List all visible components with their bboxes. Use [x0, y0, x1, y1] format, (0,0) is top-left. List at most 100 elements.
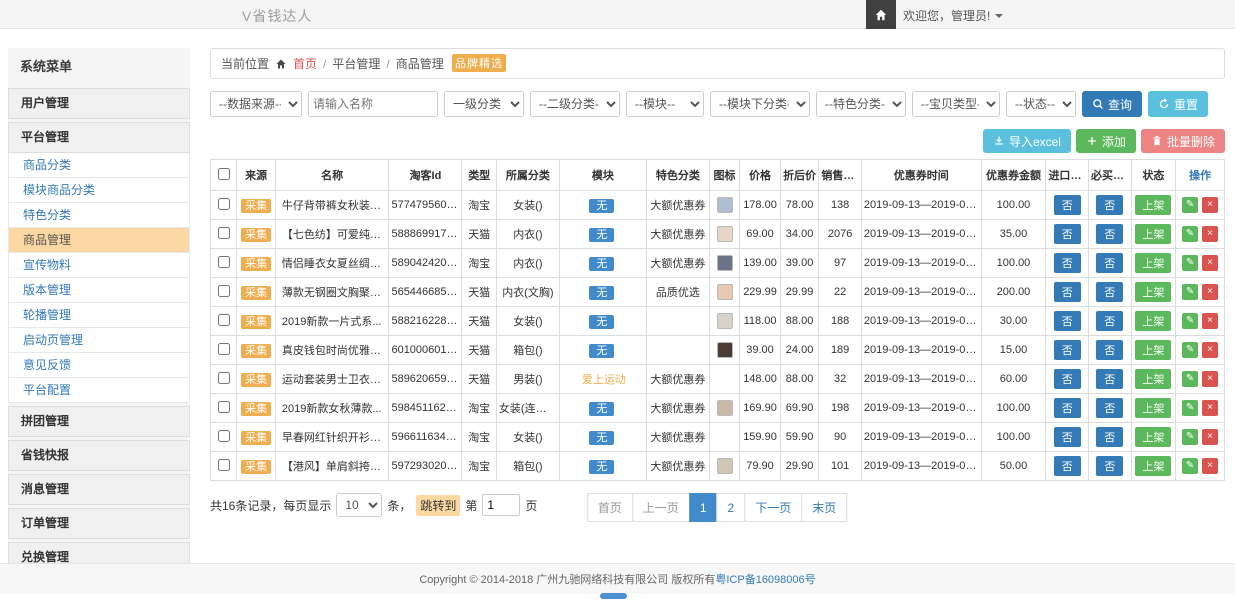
- edit-button[interactable]: ✎: [1182, 313, 1198, 329]
- horizontal-scrollbar-thumb[interactable]: [600, 593, 627, 599]
- edit-button[interactable]: ✎: [1182, 371, 1198, 387]
- status-button[interactable]: 上架: [1135, 456, 1171, 476]
- edit-button[interactable]: ✎: [1182, 197, 1198, 213]
- sidebar-item[interactable]: 订单管理: [8, 508, 190, 539]
- delete-button[interactable]: ×: [1202, 197, 1218, 213]
- name-search-input[interactable]: [308, 91, 438, 117]
- breadcrumb-home-link[interactable]: 首页: [293, 55, 317, 72]
- sidebar-item[interactable]: 拼团管理: [8, 406, 190, 437]
- row-checkbox[interactable]: [218, 459, 230, 471]
- import-select-toggle[interactable]: 否: [1054, 311, 1081, 331]
- page-button[interactable]: 末页: [801, 493, 847, 522]
- sidebar-item[interactable]: 平台管理: [8, 122, 190, 153]
- sidebar-item[interactable]: 轮播管理: [8, 303, 190, 328]
- edit-button[interactable]: ✎: [1182, 458, 1198, 474]
- filter-module[interactable]: --模块--: [626, 91, 704, 117]
- edit-button[interactable]: ✎: [1182, 284, 1198, 300]
- sidebar-item[interactable]: 兑换管理: [8, 542, 190, 564]
- sidebar-item[interactable]: 平台配置: [8, 378, 190, 403]
- delete-button[interactable]: ×: [1202, 400, 1218, 416]
- sidebar-item[interactable]: 特色分类: [8, 203, 190, 228]
- edit-button[interactable]: ✎: [1182, 400, 1198, 416]
- delete-button[interactable]: ×: [1202, 371, 1218, 387]
- delete-button[interactable]: ×: [1202, 226, 1218, 242]
- per-page-select[interactable]: 10: [336, 493, 382, 517]
- filter-feature-category[interactable]: --特色分类--: [816, 91, 906, 117]
- status-button[interactable]: 上架: [1135, 427, 1171, 447]
- filter-module-subcategory[interactable]: --模块下分类--: [710, 91, 810, 117]
- page-button[interactable]: 2: [717, 493, 746, 522]
- add-button[interactable]: 添加: [1076, 129, 1136, 153]
- import-select-toggle[interactable]: 否: [1054, 398, 1081, 418]
- must-buy-toggle[interactable]: 否: [1096, 311, 1123, 331]
- batch-delete-button[interactable]: 批量删除: [1141, 129, 1225, 153]
- row-checkbox[interactable]: [218, 198, 230, 210]
- must-buy-toggle[interactable]: 否: [1096, 369, 1123, 389]
- must-buy-toggle[interactable]: 否: [1096, 340, 1123, 360]
- sidebar-item[interactable]: 消息管理: [8, 474, 190, 505]
- sidebar-item[interactable]: 用户管理: [8, 88, 190, 119]
- sidebar-item[interactable]: 版本管理: [8, 278, 190, 303]
- row-checkbox[interactable]: [218, 314, 230, 326]
- delete-button[interactable]: ×: [1202, 284, 1218, 300]
- sidebar-item[interactable]: 商品分类: [8, 153, 190, 178]
- reset-button[interactable]: 重置: [1148, 91, 1208, 117]
- row-checkbox[interactable]: [218, 343, 230, 355]
- status-button[interactable]: 上架: [1135, 398, 1171, 418]
- status-button[interactable]: 上架: [1135, 282, 1171, 302]
- import-select-toggle[interactable]: 否: [1054, 456, 1081, 476]
- page-button[interactable]: 首页: [587, 493, 633, 522]
- filter-level1-category[interactable]: 一级分类: [444, 91, 524, 117]
- status-button[interactable]: 上架: [1135, 340, 1171, 360]
- import-select-toggle[interactable]: 否: [1054, 340, 1081, 360]
- delete-button[interactable]: ×: [1202, 458, 1218, 474]
- must-buy-toggle[interactable]: 否: [1096, 253, 1123, 273]
- row-checkbox[interactable]: [218, 372, 230, 384]
- delete-button[interactable]: ×: [1202, 255, 1218, 271]
- filter-status[interactable]: --状态--: [1006, 91, 1076, 117]
- import-select-toggle[interactable]: 否: [1054, 369, 1081, 389]
- status-button[interactable]: 上架: [1135, 224, 1171, 244]
- import-excel-button[interactable]: 导入excel: [983, 129, 1071, 153]
- jump-button[interactable]: 跳转到: [416, 495, 460, 516]
- sidebar-item[interactable]: 商品管理: [8, 228, 190, 253]
- row-checkbox[interactable]: [218, 256, 230, 268]
- must-buy-toggle[interactable]: 否: [1096, 398, 1123, 418]
- status-button[interactable]: 上架: [1135, 253, 1171, 273]
- home-button[interactable]: [866, 0, 896, 29]
- must-buy-toggle[interactable]: 否: [1096, 224, 1123, 244]
- import-select-toggle[interactable]: 否: [1054, 253, 1081, 273]
- import-select-toggle[interactable]: 否: [1054, 195, 1081, 215]
- edit-button[interactable]: ✎: [1182, 342, 1198, 358]
- edit-button[interactable]: ✎: [1182, 429, 1198, 445]
- delete-button[interactable]: ×: [1202, 313, 1218, 329]
- status-button[interactable]: 上架: [1135, 311, 1171, 331]
- icp-link[interactable]: 粤ICP备16098006号: [715, 574, 815, 586]
- status-button[interactable]: 上架: [1135, 369, 1171, 389]
- edit-button[interactable]: ✎: [1182, 255, 1198, 271]
- must-buy-toggle[interactable]: 否: [1096, 456, 1123, 476]
- row-checkbox[interactable]: [218, 401, 230, 413]
- filter-level2-category[interactable]: --二级分类--: [530, 91, 620, 117]
- status-button[interactable]: 上架: [1135, 195, 1171, 215]
- filter-item-type[interactable]: --宝贝类型--: [912, 91, 1000, 117]
- must-buy-toggle[interactable]: 否: [1096, 195, 1123, 215]
- must-buy-toggle[interactable]: 否: [1096, 282, 1123, 302]
- import-select-toggle[interactable]: 否: [1054, 427, 1081, 447]
- must-buy-toggle[interactable]: 否: [1096, 427, 1123, 447]
- search-button[interactable]: 查询: [1082, 91, 1142, 117]
- row-checkbox[interactable]: [218, 430, 230, 442]
- row-checkbox[interactable]: [218, 285, 230, 297]
- sidebar-item[interactable]: 省钱快报: [8, 440, 190, 471]
- import-select-toggle[interactable]: 否: [1054, 282, 1081, 302]
- page-button[interactable]: 上一页: [632, 493, 690, 522]
- page-button[interactable]: 下一页: [744, 493, 802, 522]
- import-select-toggle[interactable]: 否: [1054, 224, 1081, 244]
- sidebar-item[interactable]: 启动页管理: [8, 328, 190, 353]
- row-checkbox[interactable]: [218, 227, 230, 239]
- select-all-checkbox[interactable]: [218, 168, 230, 180]
- delete-button[interactable]: ×: [1202, 429, 1218, 445]
- edit-button[interactable]: ✎: [1182, 226, 1198, 242]
- delete-button[interactable]: ×: [1202, 342, 1218, 358]
- sidebar-item[interactable]: 宣传物料: [8, 253, 190, 278]
